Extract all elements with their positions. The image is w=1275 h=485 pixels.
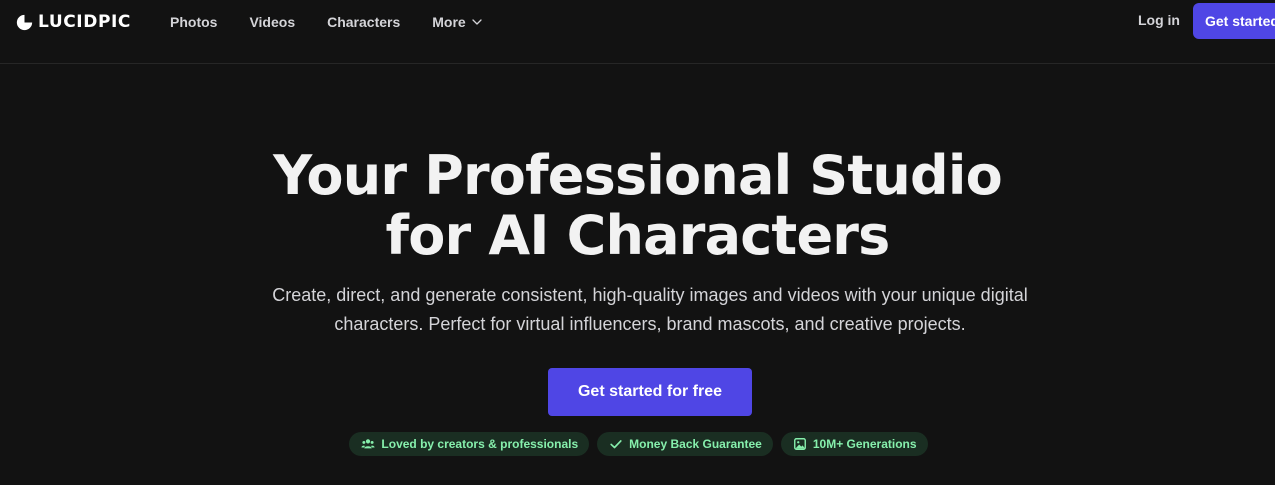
brand-name: LUCIDPIC [38, 12, 132, 32]
nav-link-videos[interactable]: Videos [249, 14, 295, 30]
logo-mark-icon [16, 14, 33, 30]
hero-title-line-2: for AI Characters [385, 204, 891, 267]
badge-label: Money Back Guarantee [629, 437, 762, 451]
badge-generations: 10M+ Generations [780, 432, 928, 456]
top-navbar: LUCIDPIC Photos Videos Characters More L… [0, 0, 1275, 64]
nav-link-photos[interactable]: Photos [170, 14, 217, 30]
hero-subtitle: Create, direct, and generate consistent,… [272, 285, 1028, 334]
login-link[interactable]: Log in [1138, 12, 1180, 28]
nav-more-menu[interactable]: More [432, 14, 482, 30]
hero-title: Your Professional Studio for AI Characte… [0, 146, 1275, 266]
main-nav: Photos Videos Characters More [170, 12, 515, 32]
trust-badges: Loved by creators & professionals Money … [0, 432, 1275, 456]
users-icon [361, 439, 375, 449]
nav-link-characters[interactable]: Characters [327, 14, 400, 30]
badge-money-back: Money Back Guarantee [597, 432, 773, 456]
check-icon [610, 440, 622, 449]
get-started-free-button[interactable]: Get started for free [548, 368, 752, 416]
image-icon [793, 438, 806, 450]
badge-label: 10M+ Generations [812, 437, 917, 451]
nav-more-label: More [432, 14, 466, 30]
chevron-down-icon [472, 19, 482, 25]
badge-loved-by-creators: Loved by creators & professionals [349, 432, 590, 456]
hero-title-line-1: Your Professional Studio [273, 144, 1003, 207]
badge-label: Loved by creators & professionals [381, 437, 579, 451]
brand-logo[interactable]: LUCIDPIC [16, 10, 131, 34]
get-started-button[interactable]: Get started [1193, 3, 1275, 39]
